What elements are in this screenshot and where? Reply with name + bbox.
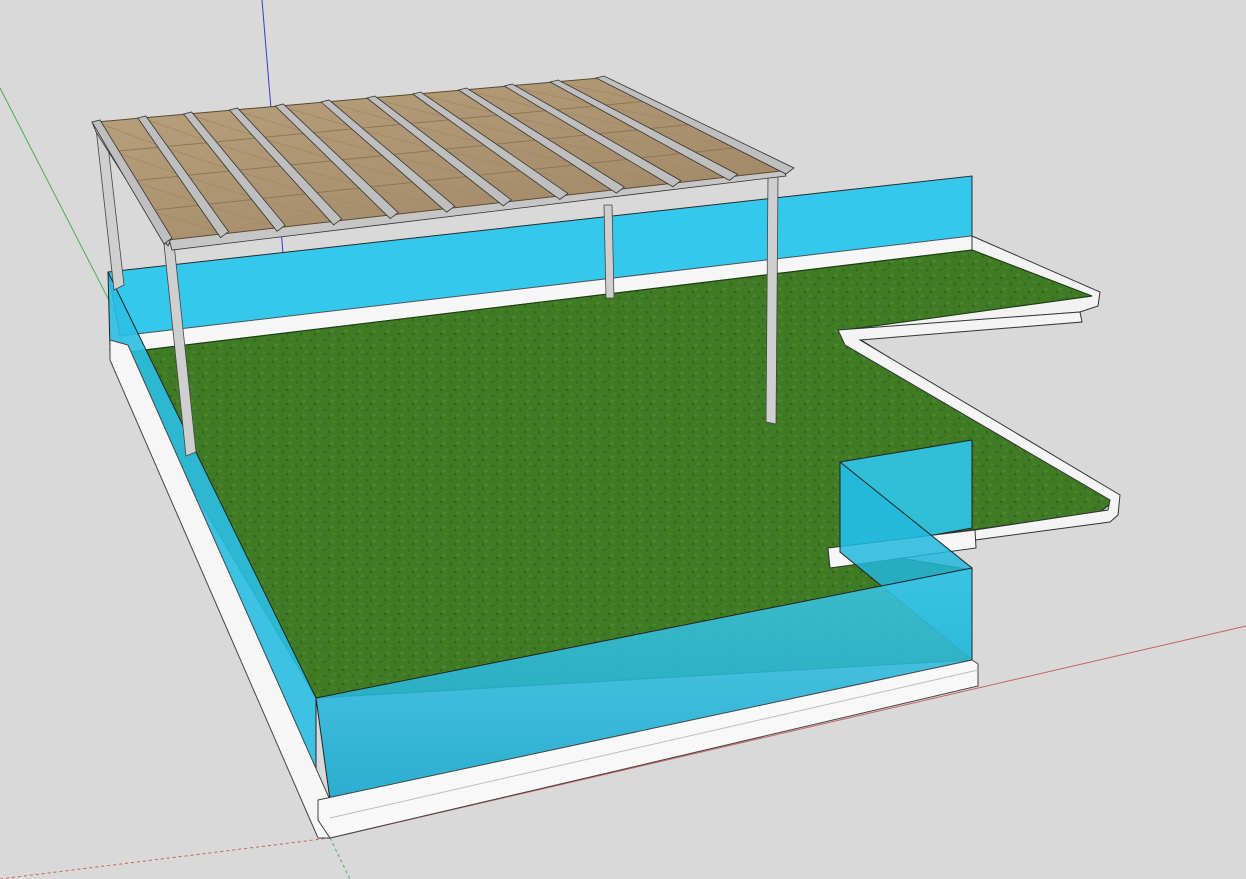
axis-green-negative (329, 837, 351, 879)
3d-model-canvas[interactable] (0, 0, 1246, 879)
sketchup-viewport[interactable] (0, 0, 1246, 879)
pergola-post-front-right (765, 175, 779, 425)
axis-red-negative (0, 837, 331, 879)
pergola-post-back-right (603, 204, 615, 299)
